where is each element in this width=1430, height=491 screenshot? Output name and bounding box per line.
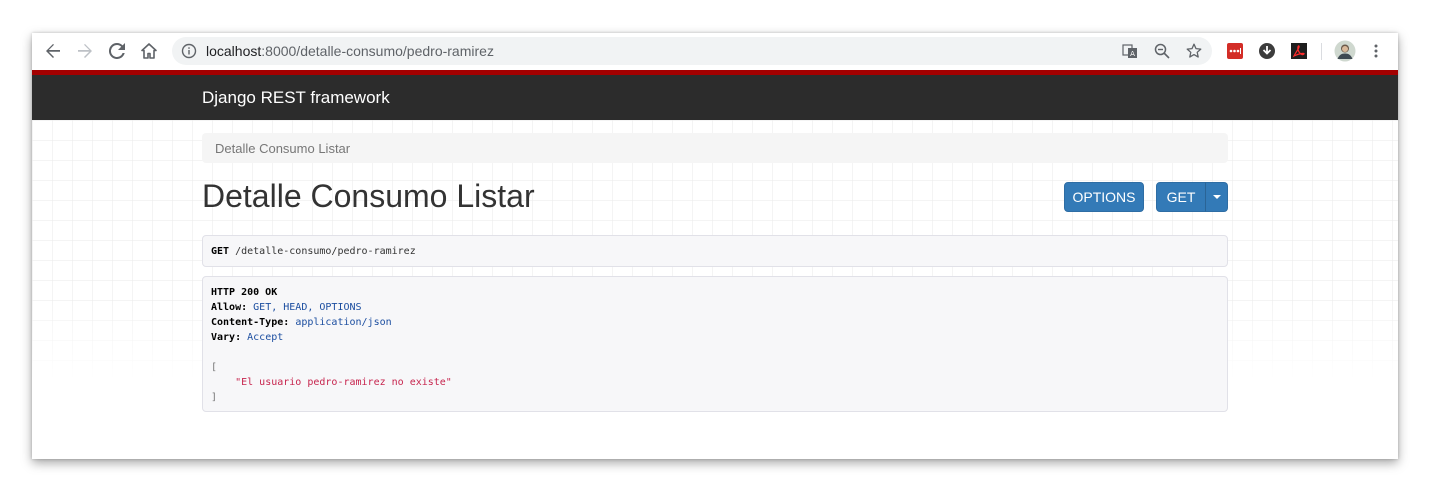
- header-name: Allow:: [211, 302, 248, 313]
- json-open-bracket: [: [211, 362, 218, 373]
- header-name: Content-Type:: [211, 317, 290, 328]
- page-content: Detalle Consumo Listar Detalle Consumo L…: [32, 120, 1398, 459]
- url-path: :8000/detalle-consumo/pedro-ramirez: [261, 43, 494, 59]
- zoom-out-icon[interactable]: [1152, 41, 1172, 61]
- json-close-bracket: ]: [211, 392, 218, 403]
- options-button[interactable]: OPTIONS: [1064, 182, 1144, 212]
- request-info: GET /detalle-consumo/pedro-ramirez: [202, 235, 1228, 267]
- response-status: HTTP 200 OK: [211, 287, 278, 298]
- breadcrumb-item[interactable]: Detalle Consumo Listar: [215, 141, 350, 156]
- home-icon[interactable]: [137, 39, 161, 63]
- header-name: Vary:: [211, 332, 242, 343]
- url-host: localhost: [206, 43, 262, 59]
- page-title: Detalle Consumo Listar: [202, 178, 535, 214]
- acrobat-icon[interactable]: [1290, 42, 1308, 60]
- download-icon[interactable]: [1258, 42, 1276, 60]
- request-method: GET: [211, 246, 230, 257]
- json-string: "El usuario pedro-ramirez no existe": [235, 377, 452, 388]
- address-bar[interactable]: localhost:8000/detalle-consumo/pedro-ram…: [172, 37, 1212, 65]
- lastpass-icon[interactable]: [1226, 42, 1244, 60]
- arrow-forward-icon[interactable]: [73, 39, 97, 63]
- star-icon[interactable]: [1184, 41, 1204, 61]
- breadcrumb: Detalle Consumo Listar: [202, 133, 1228, 163]
- more-vert-icon[interactable]: [1364, 39, 1388, 63]
- caret-down-icon: [1212, 195, 1221, 199]
- info-icon[interactable]: [181, 43, 197, 59]
- get-format-dropdown-button[interactable]: [1205, 182, 1228, 212]
- browser-toolbar: localhost:8000/detalle-consumo/pedro-ram…: [32, 33, 1398, 71]
- header-value: GET, HEAD, OPTIONS: [253, 302, 362, 313]
- toolbar-divider: [1321, 43, 1322, 60]
- browser-window: localhost:8000/detalle-consumo/pedro-ram…: [32, 33, 1398, 459]
- header-value: application/json: [295, 317, 392, 328]
- translate-icon[interactable]: A: [1120, 41, 1140, 61]
- get-button[interactable]: GET: [1156, 182, 1206, 212]
- reload-icon[interactable]: [105, 39, 129, 63]
- drf-navbar: Django REST framework: [32, 70, 1398, 120]
- arrow-back-icon[interactable]: [41, 39, 65, 63]
- svg-text:A: A: [1130, 50, 1135, 58]
- response-info: HTTP 200 OK Allow: GET, HEAD, OPTIONS Co…: [202, 276, 1228, 412]
- request-path: /detalle-consumo/pedro-ramirez: [235, 246, 416, 257]
- header-value: Accept: [247, 332, 284, 343]
- avatar[interactable]: [1333, 39, 1357, 63]
- url-text[interactable]: localhost:8000/detalle-consumo/pedro-ram…: [206, 43, 494, 59]
- navbar-brand[interactable]: Django REST framework: [202, 88, 390, 108]
